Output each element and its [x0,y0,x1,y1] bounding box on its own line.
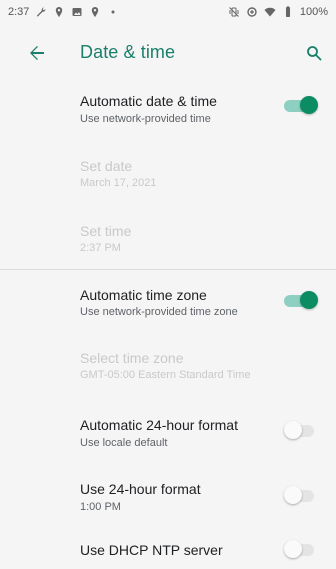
auto-date-time-summary: Use network-provided time [80,113,211,125]
status-bar: 2:37 100% [0,0,336,24]
auto-date-time-title: Automatic date & time [80,93,217,109]
select-time-zone-title: Select time zone [80,350,184,366]
wrench-icon [35,6,47,18]
toggle-thumb [300,96,318,114]
select-time-zone-row[interactable]: Select time zone GMT-05:00 Eastern Stand… [0,340,336,402]
dot-icon [107,6,119,18]
dhcp-ntp-row[interactable]: Use DHCP NTP server [0,532,336,569]
select-time-zone-summary: GMT-05:00 Eastern Standard Time [80,369,251,381]
toggle-thumb [284,540,302,558]
location-pin-icon [53,6,65,18]
auto-date-time-row[interactable]: Automatic date & time Use network-provid… [0,80,336,142]
app-bar: Date & time [0,24,336,80]
status-left-group: 2:37 [8,6,119,18]
wifi-icon [264,6,276,18]
toggle-thumb [284,421,302,439]
set-date-summary: March 17, 2021 [80,177,157,189]
battery-icon [282,6,294,18]
auto-time-zone-toggle[interactable] [284,291,318,309]
location-pin-icon [89,6,101,18]
auto-time-zone-row[interactable]: Automatic time zone Use network-provided… [0,276,336,338]
auto-24h-row[interactable]: Automatic 24-hour format Use locale defa… [0,404,336,466]
set-date-title: Set date [80,158,133,174]
auto-time-zone-summary: Use network-provided time zone [80,306,238,318]
image-icon [71,6,83,18]
search-button[interactable] [302,41,326,65]
back-arrow-icon [30,46,44,60]
auto-date-time-toggle[interactable] [284,96,318,114]
vibrate-off-icon [228,6,240,18]
auto-24h-title: Automatic 24-hour format [80,417,238,433]
auto-time-zone-title: Automatic time zone [80,287,207,303]
section-divider [0,269,336,270]
battery-percent: 100% [299,6,328,18]
set-time-title: Set time [80,223,132,239]
use-24h-toggle[interactable] [284,486,318,504]
set-date-row[interactable]: Set date March 17, 2021 [0,148,336,210]
dhcp-ntp-toggle[interactable] [284,540,318,558]
back-button[interactable] [26,42,48,64]
status-right-group: 100% [228,6,328,18]
set-time-summary: 2:37 PM [80,242,121,254]
status-time: 2:37 [8,6,30,18]
dhcp-ntp-title: Use DHCP NTP server [80,542,223,558]
auto-24h-toggle[interactable] [284,421,318,439]
use-24h-title: Use 24-hour format [80,481,201,497]
toggle-thumb [300,291,318,309]
use-24h-row[interactable]: Use 24-hour format 1:00 PM [0,468,336,530]
data-saver-icon [246,6,258,18]
auto-24h-summary: Use locale default [80,437,168,449]
search-icon [307,46,322,61]
set-time-row[interactable]: Set time 2:37 PM [0,213,336,275]
toggle-thumb [284,486,302,504]
page-title: Date & time [80,42,176,62]
use-24h-summary: 1:00 PM [80,501,121,513]
